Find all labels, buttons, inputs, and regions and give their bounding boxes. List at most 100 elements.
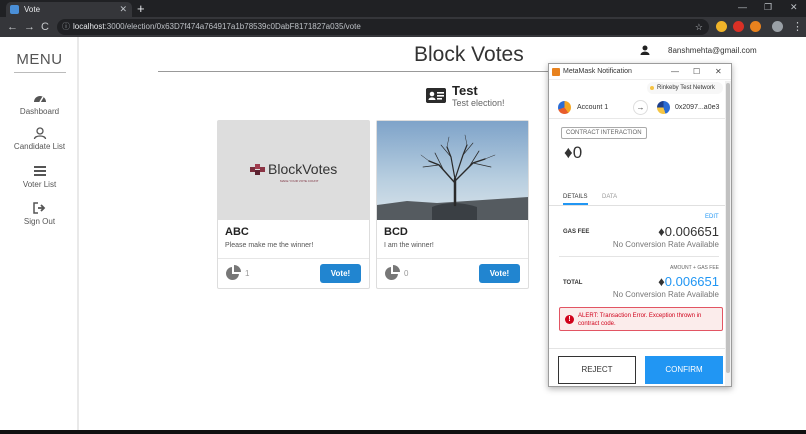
candidate-description: Please make me the winner!	[225, 242, 314, 249]
extension-icon[interactable]	[716, 21, 727, 32]
metamask-popup: MetaMask Notification — ☐ ✕ Rinkeby Test…	[548, 63, 732, 387]
election-name: Test	[452, 83, 478, 98]
url-path: :3000/election/0x63D7f474a764917a1b78539…	[104, 22, 361, 31]
address-bar[interactable]: ⓘ localhost:3000/election/0x63D7f474a764…	[57, 19, 709, 35]
recipient-address: 0x2097...a0e3	[675, 104, 720, 111]
minimize-icon[interactable]: —	[671, 64, 679, 80]
browser-toolbar: ← → C ⓘ localhost:3000/election/0x63D7f4…	[0, 17, 806, 37]
maximize-icon[interactable]: ☐	[693, 64, 700, 80]
sidebar-item-label: Voter List	[22, 180, 57, 189]
browser-menu-icon[interactable]: ⋮	[792, 20, 803, 34]
maximize-icon[interactable]: ❐	[764, 0, 772, 15]
gas-fee-label: GAS FEE	[563, 229, 590, 235]
network-name: Rinkeby Test Network	[657, 85, 715, 91]
confirm-button[interactable]: CONFIRM	[645, 356, 723, 384]
user-icon	[640, 45, 650, 55]
candidate-description: I am the winner!	[384, 242, 434, 249]
sidebar-item-voter-list[interactable]: Voter List	[0, 165, 79, 189]
account-row: Account 1 → 0x2097...a0e3	[549, 97, 725, 119]
reject-button[interactable]: REJECT	[558, 356, 636, 384]
new-tab-button[interactable]: +	[137, 0, 145, 17]
total-value: ♦0.006651	[658, 274, 719, 289]
profile-avatar[interactable]	[772, 21, 783, 32]
card-divider	[218, 258, 369, 259]
bookmark-star-icon[interactable]: ☆	[695, 19, 703, 35]
metamask-fox-icon	[552, 68, 560, 76]
page-title: Block Votes	[414, 43, 524, 66]
extension-icon[interactable]	[733, 21, 744, 32]
sidebar-item-sign-out[interactable]: Sign Out	[0, 202, 79, 226]
conversion-note: No Conversion Rate Available	[612, 290, 719, 299]
sign-out-icon	[32, 202, 45, 214]
tab-close-icon[interactable]: ✕	[119, 2, 127, 17]
list-icon	[33, 166, 46, 176]
minimize-icon[interactable]: —	[738, 0, 747, 15]
tab-details[interactable]: DETAILS	[563, 194, 588, 205]
recipient-avatar	[657, 101, 670, 114]
logo-tagline: MAKE YOUR VOTE COUNT	[280, 179, 319, 183]
forward-icon[interactable]: →	[24, 20, 35, 34]
url-host: localhost	[73, 22, 105, 31]
amount-value: 0	[572, 143, 583, 162]
menu-title: MENU	[16, 51, 63, 68]
transaction-amount: ♦0	[564, 143, 582, 163]
alert-icon: !	[565, 315, 574, 324]
alert-text: ALERT: Transaction Error. Exception thro…	[578, 313, 702, 327]
dashboard-icon	[33, 96, 46, 103]
logo-text: BlockVotes	[268, 161, 337, 177]
tab-title: Vote	[24, 5, 41, 14]
candidate-name: BCD	[384, 226, 408, 238]
footer-divider	[549, 348, 725, 349]
arrow-right-icon: →	[633, 100, 648, 115]
election-description: Test election!	[452, 98, 505, 108]
eth-icon: ♦	[564, 143, 573, 162]
eth-icon: ♦	[658, 224, 665, 239]
os-taskbar	[0, 430, 806, 434]
divider	[559, 256, 719, 257]
window-close-icon[interactable]: ✕	[790, 0, 798, 15]
menu-divider	[14, 72, 66, 73]
metamask-extension-icon[interactable]	[750, 21, 761, 32]
candidate-image: BlockVotes MAKE YOUR VOTE COUNT	[218, 121, 369, 220]
from-account-name: Account 1	[577, 104, 609, 111]
card-divider	[377, 258, 528, 259]
sidebar-item-label: Sign Out	[23, 217, 56, 226]
gas-fee-value: ♦0.006651	[658, 224, 719, 239]
gas-fee-amount: 0.006651	[664, 224, 719, 239]
total-amount: 0.006651	[664, 274, 719, 289]
candidate-image	[377, 121, 528, 220]
sidebar-item-candidate-list[interactable]: Candidate List	[0, 127, 79, 151]
candidate-card: BCD I am the winner! 0 Vote!	[376, 120, 529, 289]
tab-data[interactable]: DATA	[602, 194, 617, 200]
scrollbar-thumb[interactable]	[726, 83, 730, 373]
candidate-card: BlockVotes MAKE YOUR VOTE COUNT ABC Plea…	[217, 120, 370, 289]
back-icon[interactable]: ←	[7, 20, 18, 34]
tab-favicon-icon	[10, 5, 19, 14]
reload-icon[interactable]: C	[41, 20, 49, 34]
account-avatar	[558, 101, 571, 114]
total-label: TOTAL	[563, 280, 583, 286]
metamask-window-title: MetaMask Notification	[563, 68, 632, 75]
pie-chart-icon	[385, 265, 400, 280]
sidebar: MENU Dashboard Candidate List Voter List…	[0, 37, 79, 430]
edit-gas-link[interactable]: EDIT	[705, 214, 719, 220]
candidate-name: ABC	[225, 226, 249, 238]
amount-gas-label: AMOUNT + GAS FEE	[670, 265, 719, 271]
browser-tab-bar: Vote ✕ + — ❐ ✕	[0, 0, 806, 17]
scrollbar[interactable]	[725, 81, 731, 386]
sidebar-item-label: Dashboard	[19, 107, 60, 116]
transaction-error-alert: ! ALERT: Transaction Error. Exception th…	[559, 307, 723, 331]
metamask-titlebar: MetaMask Notification — ☐ ✕	[549, 64, 731, 80]
header-divider	[158, 71, 548, 72]
eth-icon: ♦	[658, 274, 665, 289]
vote-button[interactable]: Vote!	[320, 264, 361, 283]
vote-button[interactable]: Vote!	[479, 264, 520, 283]
blockvotes-logo: BlockVotes MAKE YOUR VOTE COUNT	[250, 161, 337, 183]
contract-interaction-badge: CONTRACT INTERACTION	[561, 127, 647, 139]
network-indicator: Rinkeby Test Network	[647, 82, 723, 94]
conversion-note: No Conversion Rate Available	[612, 240, 719, 249]
browser-tab[interactable]: Vote ✕	[6, 2, 132, 17]
sidebar-item-dashboard[interactable]: Dashboard	[0, 92, 79, 116]
close-icon[interactable]: ✕	[715, 64, 722, 80]
site-info-icon[interactable]: ⓘ	[62, 19, 70, 35]
